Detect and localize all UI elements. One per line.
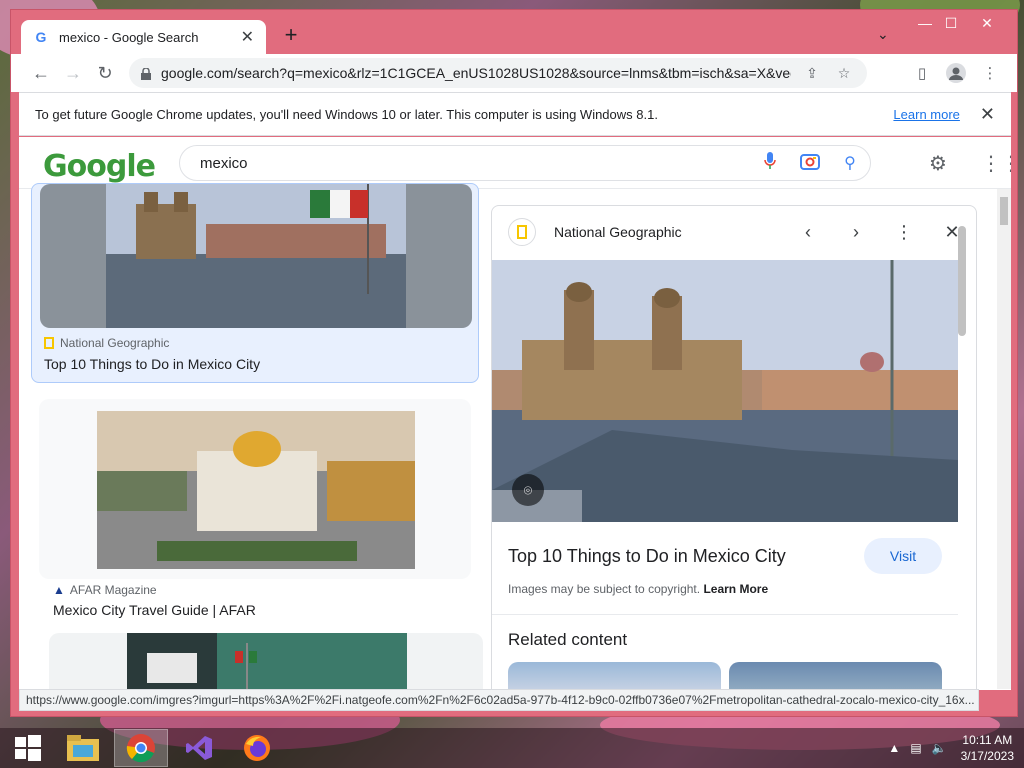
search-query[interactable]: mexico bbox=[200, 155, 750, 172]
related-thumbnail[interactable] bbox=[508, 662, 721, 690]
clock[interactable]: 10:11 AM 3/17/2023 bbox=[961, 732, 1014, 764]
search-icon[interactable]: ⚲ bbox=[830, 153, 870, 173]
windows-taskbar: ▲ ▤ 🔈 10:11 AM 3/17/2023 bbox=[0, 728, 1024, 768]
start-button[interactable] bbox=[4, 729, 52, 767]
side-panel-icon[interactable]: ▯ bbox=[907, 58, 937, 88]
visual-studio-icon bbox=[186, 736, 212, 760]
page-scrollbar[interactable] bbox=[997, 189, 1011, 689]
result-source: ▲ AFAR Magazine bbox=[53, 583, 157, 597]
result-thumbnail-zocalo[interactable] bbox=[40, 184, 472, 328]
google-images-page: Google mexico ⚲ ⚙ ⋮⋮ National Geographic… bbox=[19, 137, 1011, 690]
status-bubble-url: https://www.google.com/imgres?imgurl=htt… bbox=[19, 689, 979, 711]
search-box[interactable]: mexico ⚲ bbox=[179, 145, 871, 181]
result-card[interactable] bbox=[39, 399, 471, 579]
update-infobar: To get future Google Chrome updates, you… bbox=[19, 92, 1011, 136]
tab-close-icon[interactable]: ✕ bbox=[241, 27, 254, 47]
infobar-learn-more-link[interactable]: Learn more bbox=[893, 107, 959, 122]
file-explorer-taskbar-item[interactable] bbox=[56, 729, 110, 767]
minimize-button[interactable]: — bbox=[911, 12, 939, 34]
google-logo[interactable]: Google bbox=[43, 149, 156, 184]
network-icon[interactable]: ▤ bbox=[910, 741, 921, 755]
close-panel-icon[interactable]: ✕ bbox=[928, 222, 976, 243]
chrome-icon bbox=[126, 734, 155, 763]
new-tab-button[interactable]: + bbox=[279, 23, 303, 47]
apps-grid-icon[interactable]: ⋮⋮ bbox=[981, 151, 1011, 177]
maximize-button[interactable]: ☐ bbox=[937, 12, 965, 34]
browser-toolbar: ← → ↻ google.com/search?q=mexico&rlz=1C1… bbox=[11, 54, 1017, 92]
windows-logo-icon bbox=[15, 735, 41, 761]
lens-camera-icon[interactable] bbox=[790, 152, 830, 175]
panel-source-name[interactable]: National Geographic bbox=[554, 224, 784, 240]
system-tray: ▲ ▤ 🔈 10:11 AM 3/17/2023 bbox=[888, 728, 1014, 768]
panel-title[interactable]: Top 10 Things to Do in Mexico City bbox=[508, 546, 786, 567]
related-content-heading: Related content bbox=[508, 630, 628, 649]
tab-strip: G mexico - Google Search ✕ + ⌄ — ☐ ✕ bbox=[11, 10, 1017, 54]
chrome-taskbar-item[interactable] bbox=[114, 729, 168, 767]
copyright-text: Images may be subject to copyright. bbox=[508, 582, 701, 596]
infobar-message: To get future Google Chrome updates, you… bbox=[35, 106, 658, 122]
lock-icon bbox=[141, 67, 151, 80]
reload-button[interactable]: ↻ bbox=[89, 57, 121, 89]
google-favicon-icon: G bbox=[35, 29, 47, 45]
toolbar-right: ▯ ⋮ bbox=[907, 58, 1005, 88]
afar-logo-icon: ▲ bbox=[53, 583, 65, 597]
firefox-taskbar-item[interactable] bbox=[230, 729, 284, 767]
related-thumbnail[interactable] bbox=[729, 662, 942, 690]
visit-button[interactable]: Visit bbox=[864, 538, 942, 574]
google-header: Google mexico ⚲ ⚙ ⋮⋮ bbox=[19, 137, 1011, 189]
visual-studio-taskbar-item[interactable] bbox=[172, 729, 226, 767]
preview-image-zocalo[interactable]: ⌾ bbox=[492, 260, 958, 522]
panel-divider bbox=[492, 614, 958, 615]
image-results: National Geographic Top 10 Things to Do … bbox=[19, 183, 489, 690]
profile-avatar[interactable] bbox=[941, 58, 971, 88]
close-window-button[interactable]: ✕ bbox=[973, 12, 1001, 34]
copyright-note: Images may be subject to copyright. Lear… bbox=[508, 582, 768, 596]
result-card-selected[interactable]: National Geographic Top 10 Things to Do … bbox=[31, 183, 479, 383]
more-options-icon[interactable]: ⋮ bbox=[880, 222, 928, 243]
folder-icon bbox=[67, 735, 99, 761]
panel-header: National Geographic ‹ › ⋮ ✕ bbox=[492, 206, 976, 258]
panel-scrollbar[interactable] bbox=[956, 226, 968, 690]
clock-date: 3/17/2023 bbox=[960, 749, 1014, 763]
natgeo-logo-icon bbox=[44, 337, 54, 349]
copyright-learn-more-link[interactable]: Learn More bbox=[703, 582, 768, 596]
show-hidden-icons-icon[interactable]: ▲ bbox=[888, 741, 900, 755]
tab-google-search[interactable]: G mexico - Google Search ✕ bbox=[21, 20, 266, 54]
result-thumbnail-bellas-artes[interactable] bbox=[97, 411, 415, 569]
menu-kebab-icon[interactable]: ⋮ bbox=[975, 58, 1005, 88]
volume-icon[interactable]: 🔈 bbox=[932, 741, 947, 755]
result-source-name: AFAR Magazine bbox=[69, 583, 157, 597]
settings-gear-icon[interactable]: ⚙ bbox=[925, 151, 951, 177]
address-bar[interactable]: google.com/search?q=mexico&rlz=1C1GCEA_e… bbox=[129, 58, 867, 88]
bookmark-star-icon[interactable]: ☆ bbox=[833, 65, 855, 82]
chrome-window: G mexico - Google Search ✕ + ⌄ — ☐ ✕ ← →… bbox=[10, 9, 1018, 717]
clock-time: 10:11 AM bbox=[962, 733, 1013, 747]
next-icon[interactable]: › bbox=[832, 222, 880, 243]
image-preview-panel: National Geographic ‹ › ⋮ ✕ ⌾ Top 10 Thi… bbox=[491, 205, 977, 690]
lens-search-image-icon[interactable]: ⌾ bbox=[512, 474, 544, 506]
url-text: google.com/search?q=mexico&rlz=1C1GCEA_e… bbox=[161, 65, 791, 81]
voice-search-icon[interactable] bbox=[750, 151, 790, 175]
tab-title: mexico - Google Search bbox=[59, 29, 199, 45]
firefox-icon bbox=[244, 735, 270, 761]
result-thumbnail-partial[interactable] bbox=[49, 633, 483, 690]
forward-button[interactable]: → bbox=[57, 57, 89, 89]
infobar-close-icon[interactable]: ✕ bbox=[980, 104, 995, 125]
previous-icon[interactable]: ‹ bbox=[784, 222, 832, 243]
share-icon[interactable]: ⇪ bbox=[801, 65, 823, 82]
natgeo-logo-icon bbox=[508, 218, 536, 246]
result-title[interactable]: Top 10 Things to Do in Mexico City bbox=[44, 356, 260, 372]
result-title[interactable]: Mexico City Travel Guide | AFAR bbox=[53, 602, 256, 618]
tab-search-chevron-icon[interactable]: ⌄ bbox=[877, 26, 889, 43]
result-source-name: National Geographic bbox=[60, 336, 170, 350]
page-scrollbar-thumb[interactable] bbox=[1000, 197, 1008, 225]
back-button[interactable]: ← bbox=[25, 57, 57, 89]
result-source: National Geographic bbox=[44, 336, 169, 350]
